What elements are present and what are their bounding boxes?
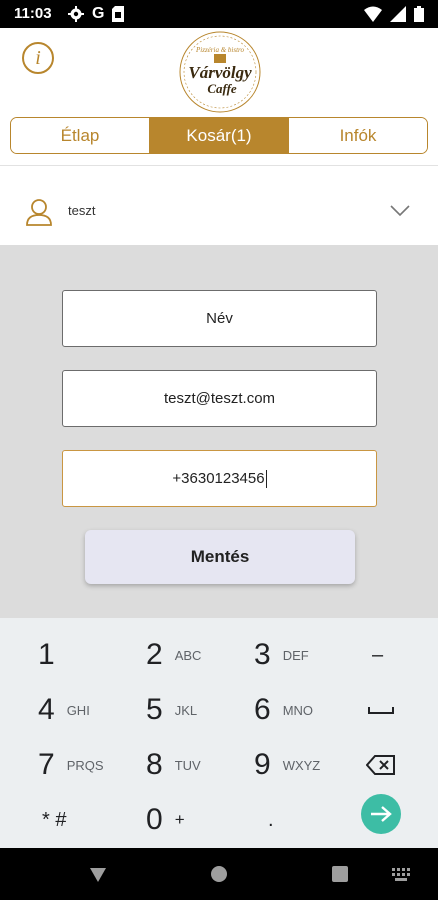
backspace-icon: [366, 755, 395, 775]
key-6-number: 6: [254, 693, 271, 726]
info-button[interactable]: i: [22, 42, 54, 74]
signal-icon: [390, 6, 406, 22]
user-name: teszt: [68, 203, 96, 218]
key-0[interactable]: 0 +: [146, 795, 185, 845]
save-button[interactable]: Mentés: [85, 530, 355, 584]
key-4[interactable]: 4 GHI: [38, 685, 90, 735]
text-cursor: [265, 469, 267, 488]
key-7[interactable]: 7 PRQS: [38, 740, 104, 790]
key-backspace[interactable]: [366, 740, 396, 790]
key-1-number: 1: [38, 638, 55, 671]
key-7-number: 7: [38, 748, 55, 781]
key-7-letters: PRQS: [66, 757, 104, 773]
name-field-value: Név: [206, 310, 233, 327]
battery-icon: [414, 6, 424, 22]
recents-icon[interactable]: [332, 866, 348, 882]
key-5-letters: JKL: [174, 702, 198, 718]
phone-field-value: +3630123456: [172, 470, 265, 487]
email-field-value: teszt@teszt.com: [163, 390, 276, 407]
back-icon[interactable]: [89, 866, 107, 884]
key-2-letters: ABC: [174, 647, 202, 663]
key-0-number: 0: [146, 803, 163, 836]
space-icon: [368, 707, 394, 714]
key-3-letters: DEF: [282, 647, 309, 663]
svg-text:Caffe: Caffe: [207, 81, 237, 96]
user-icon: [26, 199, 52, 226]
key-space[interactable]: [368, 685, 394, 735]
key-8[interactable]: 8 TUV: [146, 740, 201, 790]
user-dropdown[interactable]: teszt: [0, 180, 438, 242]
svg-text:Pizzéria & bistro: Pizzéria & bistro: [195, 46, 244, 54]
tab-infok[interactable]: Infók: [288, 118, 427, 153]
key-3-number: 3: [254, 638, 271, 671]
tab-kosar[interactable]: Kosár(1): [149, 118, 288, 153]
go-button[interactable]: [361, 794, 401, 834]
key-star-hash[interactable]: * #: [42, 795, 66, 845]
email-field[interactable]: teszt@teszt.com: [62, 370, 377, 427]
key-2[interactable]: 2 ABC: [146, 630, 201, 680]
key-8-number: 8: [146, 748, 163, 781]
dot-symbol: .: [268, 808, 274, 831]
status-bar: 11:03 G: [0, 0, 438, 28]
chevron-down-icon[interactable]: [390, 205, 410, 217]
key-dot[interactable]: .: [268, 795, 274, 845]
google-g-icon: G: [92, 5, 105, 22]
system-nav-bar: [0, 848, 438, 900]
status-time: 11:03: [14, 5, 52, 22]
header-divider: [0, 165, 438, 166]
wifi-icon: [364, 6, 382, 22]
info-icon: i: [35, 46, 41, 69]
key-1[interactable]: 1: [38, 630, 55, 680]
star-hash-symbol: * #: [42, 808, 67, 831]
key-8-letters: TUV: [174, 757, 201, 773]
tab-bar: Étlap Kosár(1) Infók: [10, 117, 428, 154]
key-5-number: 5: [146, 693, 163, 726]
sim-card-icon: [112, 6, 125, 22]
key-minus[interactable]: –: [372, 630, 383, 680]
minus-symbol: –: [372, 643, 384, 666]
key-0-plus: +: [174, 810, 185, 829]
name-field[interactable]: Név: [62, 290, 377, 347]
svg-text:Várvölgy: Várvölgy: [188, 63, 252, 82]
key-4-number: 4: [38, 693, 55, 726]
key-9-number: 9: [254, 748, 271, 781]
numeric-keyboard: 1 2 ABC 3 DEF – 4 GHI 5 JKL 6 MNO 7 PRQS…: [0, 618, 438, 848]
keyboard-switch-icon[interactable]: [392, 868, 410, 882]
profile-form: Név teszt@teszt.com +3630123456 Mentés: [0, 245, 438, 618]
key-2-number: 2: [146, 638, 163, 671]
key-6[interactable]: 6 MNO: [254, 685, 313, 735]
gear-icon: [68, 6, 84, 22]
app-header: i Pizzéria & bistro Várvölgy Caffe: [0, 28, 438, 114]
home-icon[interactable]: [211, 866, 227, 882]
key-9-letters: WXYZ: [282, 757, 321, 773]
varvolgy-caffe-logo: Pizzéria & bistro Várvölgy Caffe: [179, 31, 261, 113]
tab-etlap[interactable]: Étlap: [11, 118, 149, 153]
key-6-letters: MNO: [282, 702, 314, 718]
key-3[interactable]: 3 DEF: [254, 630, 309, 680]
key-5[interactable]: 5 JKL: [146, 685, 197, 735]
arrow-right-icon: [371, 806, 392, 822]
key-9[interactable]: 9 WXYZ: [254, 740, 320, 790]
phone-field[interactable]: +3630123456: [62, 450, 377, 507]
key-4-letters: GHI: [66, 702, 90, 718]
